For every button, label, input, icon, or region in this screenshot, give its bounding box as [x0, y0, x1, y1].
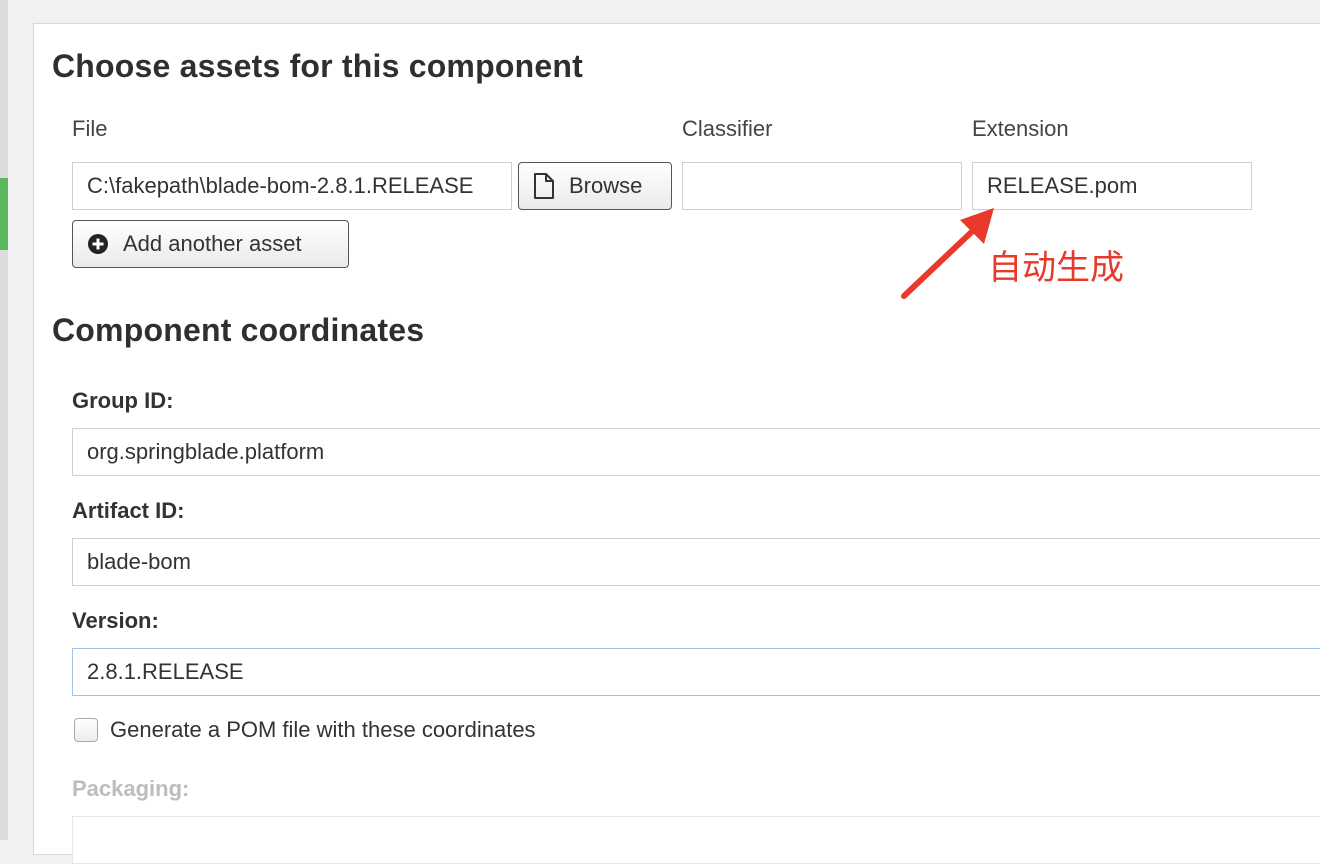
add-another-asset-button[interactable]: Add another asset	[72, 220, 349, 268]
add-asset-button-label: Add another asset	[123, 231, 302, 256]
version-input[interactable]	[72, 648, 1320, 696]
artifact-id-input[interactable]	[72, 538, 1320, 586]
coordinates-section-title: Component coordinates	[52, 312, 425, 348]
classifier-column-label: Classifier	[682, 116, 773, 141]
plus-circle-icon	[87, 233, 109, 255]
extension-column-label: Extension	[972, 116, 1069, 141]
packaging-input[interactable]	[72, 816, 1320, 864]
file-icon	[533, 173, 555, 199]
artifact-id-label: Artifact ID:	[72, 498, 185, 523]
generate-pom-checkbox[interactable]	[74, 718, 98, 742]
assets-section-title: Choose assets for this component	[52, 48, 583, 84]
group-id-input[interactable]	[72, 428, 1320, 476]
group-id-label: Group ID:	[72, 388, 174, 413]
extension-input[interactable]	[972, 162, 1252, 210]
packaging-label: Packaging:	[72, 776, 190, 801]
generate-pom-label: Generate a POM file with these coordinat…	[110, 717, 536, 742]
active-nav-indicator	[0, 178, 8, 250]
browse-button-label: Browse	[569, 173, 643, 198]
file-path-input[interactable]	[72, 162, 512, 210]
version-label: Version:	[72, 608, 159, 633]
annotation-label: 自动生成	[988, 248, 1124, 288]
browse-button[interactable]: Browse	[518, 162, 672, 210]
left-sidebar-edge	[0, 0, 8, 840]
file-column-label: File	[72, 116, 108, 141]
